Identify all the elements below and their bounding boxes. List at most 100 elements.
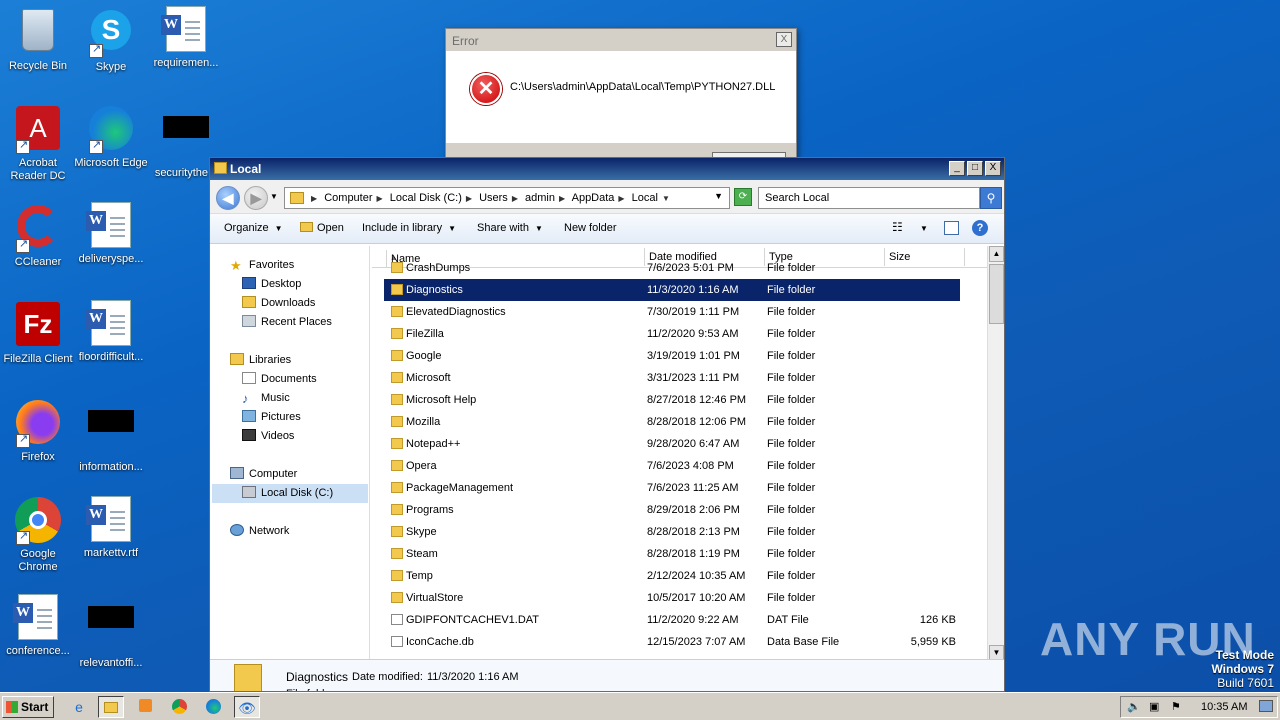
desktop-icon-skype[interactable]: S Skype	[73, 6, 149, 74]
nav-desktop[interactable]: Desktop	[242, 275, 301, 294]
file-row[interactable]: FileZilla 11/2/2020 9:53 AM File folder	[384, 323, 960, 345]
desktop-icon-relevantoffi[interactable]: relevantoffi...	[73, 594, 149, 670]
file-type: File folder	[767, 592, 816, 604]
nav-downloads[interactable]: Downloads	[242, 294, 315, 313]
test-mode-notice: Test Mode Windows 7 Build 7601	[1211, 648, 1274, 690]
breadcrumb-appdata[interactable]: AppData	[572, 192, 615, 204]
file-row[interactable]: GDIPFONTCACHEV1.DAT 11/2/2020 9:22 AM DAT …	[384, 609, 960, 631]
recent-pages-arrow-icon[interactable]: ▼	[270, 192, 278, 201]
network-tray-icon[interactable]: ▣	[1149, 697, 1159, 717]
file-row[interactable]: Notepad++ 9/28/2020 6:47 AM File folder	[384, 433, 960, 455]
file-row[interactable]: ElevatedDiagnostics 7/30/2019 1:11 PM File…	[384, 301, 960, 323]
chevron-right-icon[interactable]: ▶	[512, 194, 518, 203]
help-icon[interactable]: ?	[972, 220, 988, 236]
close-button[interactable]: X	[985, 161, 1001, 176]
file-row[interactable]: Steam 8/28/2018 1:19 PM File folder	[384, 543, 960, 565]
desktop-icon-markettv[interactable]: markettv.rtf	[73, 496, 149, 560]
desktop-icon-requirements[interactable]: requiremen...	[148, 6, 224, 70]
file-row[interactable]: Microsoft 3/31/2023 1:11 PM File folder	[384, 367, 960, 389]
nav-documents[interactable]: Documents	[242, 370, 317, 389]
nav-libraries[interactable]: Libraries	[230, 351, 291, 370]
chrome-taskbar-icon[interactable]	[166, 696, 192, 718]
show-desktop-icon[interactable]	[1259, 700, 1273, 712]
explorer-titlebar[interactable]: Local _ □ X	[210, 158, 1004, 180]
ie-icon[interactable]: e	[66, 696, 92, 718]
desktop-icon-ccleaner[interactable]: CCleaner	[0, 202, 76, 269]
nav-computer[interactable]: Computer	[230, 465, 297, 484]
maximize-button[interactable]: □	[967, 161, 983, 176]
file-row[interactable]: Programs 8/29/2018 2:06 PM File folder	[384, 499, 960, 521]
file-row[interactable]: PackageManagement 7/6/2023 11:25 AM File f…	[384, 477, 960, 499]
view-options-icon[interactable]: ☷	[892, 220, 903, 234]
search-icon[interactable]: ⚲	[980, 187, 1002, 209]
chevron-right-icon[interactable]: ▶	[466, 194, 472, 203]
desktop-icon-firefox[interactable]: Firefox	[0, 398, 76, 464]
nav-favorites[interactable]: ★ Favorites	[230, 256, 294, 275]
scroll-thumb[interactable]	[989, 264, 1004, 324]
chevron-right-icon[interactable]: ▶	[618, 194, 624, 203]
nav-network[interactable]: Network	[230, 522, 289, 541]
preview-pane-icon[interactable]	[944, 221, 959, 235]
desktop-icon-recycle-bin[interactable]: Recycle Bin	[0, 6, 76, 73]
file-row[interactable]: Microsoft Help 8/27/2018 12:46 PM File fol…	[384, 389, 960, 411]
error-taskbar-icon[interactable]: 👁	[234, 696, 260, 718]
share-with-button[interactable]: Share with ▼	[477, 222, 543, 234]
file-row[interactable]: CrashDumps 7/6/2023 5:01 PM File folder	[384, 257, 960, 279]
nav-recent-places[interactable]: Recent Places	[242, 313, 332, 332]
edge-taskbar-icon[interactable]	[200, 696, 226, 718]
error-dialog-titlebar[interactable]: Error X	[446, 29, 796, 51]
nav-videos[interactable]: Videos	[242, 427, 294, 446]
chevron-right-icon[interactable]: ▶	[377, 194, 383, 203]
open-button[interactable]: Open	[300, 222, 344, 234]
file-row[interactable]: Opera 7/6/2023 4:08 PM File folder	[384, 455, 960, 477]
file-row[interactable]: IconCache.db 12/15/2023 7:07 AM Data Base …	[384, 631, 960, 653]
file-row[interactable]: Diagnostics 11/3/2020 1:16 AM File folder	[384, 279, 960, 301]
search-input[interactable]: Search Local	[758, 187, 980, 209]
nav-pictures[interactable]: Pictures	[242, 408, 301, 427]
file-type: File folder	[767, 328, 816, 340]
organize-button[interactable]: Organize ▼	[224, 222, 283, 234]
breadcrumb-local-disk[interactable]: Local Disk (C:)	[390, 192, 462, 204]
media-player-icon[interactable]	[132, 696, 158, 718]
include-in-library-button[interactable]: Include in library ▼	[362, 222, 456, 234]
breadcrumb-admin[interactable]: admin	[525, 192, 555, 204]
refresh-icon[interactable]: ⟳	[734, 188, 752, 206]
nav-local-disk[interactable]: Local Disk (C:)	[212, 484, 368, 503]
desktop-icon-floordifficult[interactable]: floordifficult...	[73, 300, 149, 364]
desktop-icon-information[interactable]: information...	[73, 398, 149, 474]
error-dialog-close-button[interactable]: X	[776, 32, 792, 47]
start-button[interactable]: Start	[2, 696, 54, 718]
desktop-icon-chrome[interactable]: Google Chrome	[0, 496, 76, 574]
breadcrumb-local[interactable]: Local	[632, 192, 658, 204]
file-row[interactable]: Temp 2/12/2024 10:35 AM File folder	[384, 565, 960, 587]
chevron-right-icon[interactable]: ▶	[559, 194, 565, 203]
nav-music[interactable]: ♪ Music	[242, 389, 290, 408]
file-row[interactable]: Skype 8/28/2018 2:13 PM File folder	[384, 521, 960, 543]
address-dropdown-icon[interactable]: ▼	[714, 191, 723, 201]
chevron-right-icon[interactable]: ▶	[311, 194, 317, 203]
file-row[interactable]: VirtualStore 10/5/2017 10:20 AM File folde…	[384, 587, 960, 609]
vertical-scrollbar[interactable]: ▲ ▼	[987, 246, 1004, 661]
scroll-up-icon[interactable]: ▲	[989, 246, 1004, 262]
desktop-icon-acrobat[interactable]: A Acrobat Reader DC	[0, 104, 76, 183]
new-folder-button[interactable]: New folder	[564, 222, 617, 234]
desktop-icon-filezilla[interactable]: Fz FileZilla Client	[0, 300, 76, 366]
desktop-icon-label: markettv.rtf	[83, 547, 139, 559]
volume-icon[interactable]: 🔈	[1127, 697, 1141, 717]
file-row[interactable]: Mozilla 8/28/2018 12:06 PM File folder	[384, 411, 960, 433]
minimize-button[interactable]: _	[949, 161, 965, 176]
desktop-icon-edge[interactable]: Microsoft Edge	[73, 104, 149, 170]
back-button[interactable]: ◀	[216, 186, 240, 210]
file-row[interactable]: Google 3/19/2019 1:01 PM File folder	[384, 345, 960, 367]
chevron-down-icon[interactable]: ▼	[662, 194, 670, 203]
forward-button[interactable]: ▶	[244, 186, 268, 210]
flag-icon[interactable]: ⚑	[1171, 697, 1181, 717]
breadcrumb-users[interactable]: Users	[479, 192, 508, 204]
explorer-taskbar-icon[interactable]	[98, 696, 124, 718]
breadcrumb-computer[interactable]: Computer	[324, 192, 372, 204]
desktop-icon-deliveryspe[interactable]: deliveryspe...	[73, 202, 149, 266]
clock[interactable]: 10:35 AM	[1201, 697, 1247, 717]
view-dropdown-icon[interactable]: ▼	[920, 224, 928, 233]
address-bar[interactable]: ▶ Computer ▶ Local Disk (C:) ▶ Users ▶ admi…	[284, 187, 730, 209]
desktop-icon-conference[interactable]: conference...	[0, 594, 76, 658]
